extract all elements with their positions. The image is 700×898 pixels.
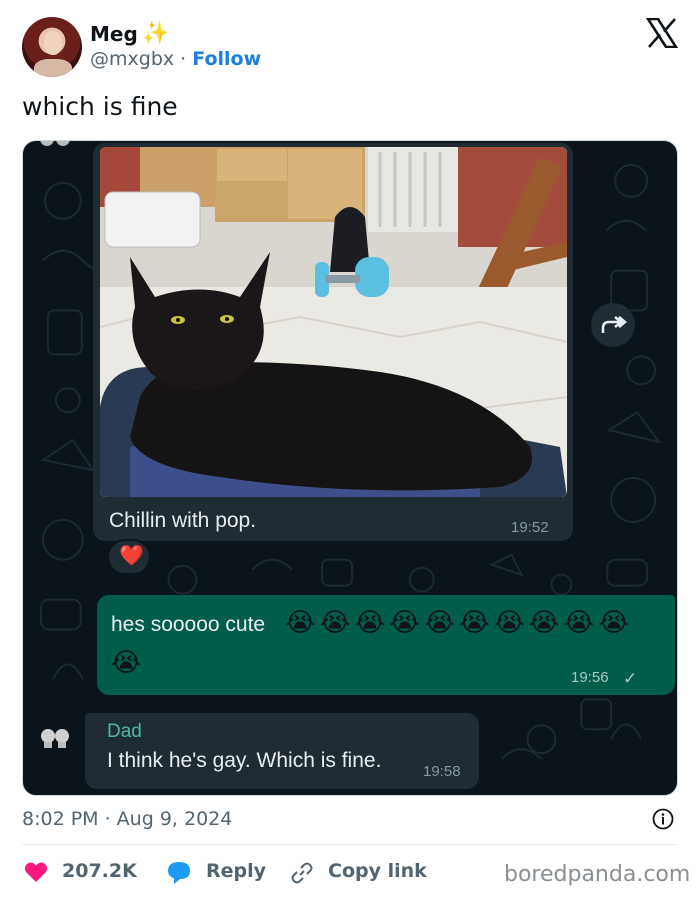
tweet-timestamp[interactable]: 8:02 PM · Aug 9, 2024	[22, 808, 232, 830]
heart-reaction[interactable]: ❤️	[107, 539, 151, 575]
like-button[interactable]: 207.2K	[22, 858, 137, 886]
divider	[22, 844, 678, 845]
watermark: boredpanda.com	[504, 862, 691, 887]
dad-avatar[interactable]	[35, 716, 75, 756]
tweet-card: Meg ✨ @mxgbx · Follow which is fine Chil…	[0, 0, 700, 898]
link-icon	[291, 862, 313, 884]
forward-button[interactable]	[591, 303, 635, 347]
like-count: 207.2K	[62, 860, 137, 882]
crying-emoji: 😭	[111, 647, 142, 677]
outgoing-message-text: hes sooooo cute	[111, 613, 266, 636]
action-bar: 207.2K Reply Copy link	[22, 858, 462, 888]
chat-screenshot[interactable]: Chillin with pop. 19:52 ❤️ hes sooooo cu…	[22, 140, 678, 796]
crying-emoji: 😭	[389, 607, 420, 637]
copy-link-button[interactable]: Copy link	[288, 858, 448, 886]
forward-icon	[601, 316, 627, 333]
crying-emoji: 😭	[424, 607, 455, 637]
handle-row: @mxgbx · Follow	[90, 48, 261, 70]
reply-bubble-icon	[168, 862, 190, 884]
x-logo-icon[interactable]	[646, 18, 678, 48]
crying-emoji: 😭	[319, 607, 351, 637]
follow-button[interactable]: Follow	[192, 48, 261, 70]
crying-emoji: 😭	[598, 607, 629, 637]
emoji-row: 😭 😭 😭 😭 😭 😭 😭 😭 😭 😭	[285, 607, 629, 641]
copy-link-label: Copy link	[328, 860, 427, 882]
crying-emoji: 😭	[459, 607, 490, 637]
crying-emoji: 😭	[563, 607, 595, 637]
message-time: 19:56	[571, 669, 609, 686]
check-icon: ✓	[623, 669, 638, 688]
sparkle-icon: ✨	[142, 20, 170, 45]
message-time: 19:52	[511, 519, 549, 536]
crying-emoji: 😭	[494, 607, 525, 637]
heart-reaction-icon: ❤️	[119, 545, 144, 567]
emoji-row-2: 😭	[111, 647, 141, 681]
heart-icon	[24, 862, 48, 882]
crying-emoji: 😭	[354, 607, 386, 637]
separator-dot: ·	[180, 48, 187, 70]
incoming-message-text: I think he's gay. Which is fine.	[107, 749, 382, 772]
message-time: 19:58	[423, 763, 461, 780]
image-caption: Chillin with pop.	[109, 509, 257, 532]
author-name[interactable]: Meg	[90, 22, 138, 46]
info-icon[interactable]	[652, 808, 674, 830]
crying-emoji: 😭	[528, 607, 560, 637]
sender-name: Dad	[107, 721, 142, 742]
crying-emoji: 😭	[285, 607, 316, 637]
tweet-text: which is fine	[22, 92, 178, 121]
reply-label: Reply	[206, 860, 267, 882]
author-avatar[interactable]	[22, 17, 82, 77]
top-sender-avatar	[35, 141, 77, 153]
cat-photo[interactable]	[100, 147, 567, 497]
author-handle[interactable]: @mxgbx	[90, 48, 174, 70]
reply-button[interactable]: Reply	[164, 858, 269, 886]
